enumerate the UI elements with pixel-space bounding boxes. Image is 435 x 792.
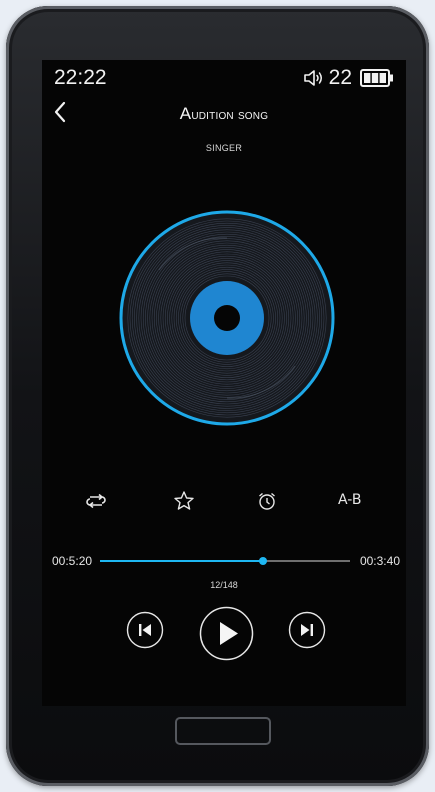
volume-level: 22 <box>328 66 352 89</box>
status-bar-right: 22 <box>303 66 394 90</box>
next-track-button[interactable] <box>288 611 326 649</box>
song-title-rest: udition song <box>191 106 269 122</box>
progress-knob[interactable] <box>258 557 267 565</box>
battery-icon <box>360 69 393 87</box>
device-frame: 22:22 22 Audition song SINGER A-B 00:5:2… <box>6 6 429 786</box>
star-icon[interactable] <box>172 489 196 513</box>
ab-repeat-button[interactable]: A-B <box>338 492 361 508</box>
singer-name: SINGER <box>205 143 243 153</box>
elapsed-time: 00:5:20 <box>52 554 93 568</box>
player-controls-row: A-B <box>42 489 406 513</box>
status-time: 22:22 <box>54 66 107 89</box>
previous-track-button[interactable] <box>126 611 164 649</box>
alarm-clock-icon[interactable] <box>255 489 279 513</box>
player-screen: 22:22 22 Audition song SINGER A-B 00:5:2… <box>42 60 406 706</box>
progress-slider[interactable] <box>100 557 350 565</box>
vinyl-disc-artwork <box>119 210 335 426</box>
repeat-icon[interactable] <box>84 489 108 513</box>
song-title: Audition song <box>42 104 406 124</box>
total-time: 00:3:40 <box>359 554 400 568</box>
track-counter: 12/148 <box>210 580 238 590</box>
play-button[interactable] <box>199 606 254 661</box>
home-button[interactable] <box>175 717 271 745</box>
progress-fill <box>100 560 263 562</box>
volume-icon <box>303 70 322 86</box>
song-title-initial: A <box>179 104 192 123</box>
